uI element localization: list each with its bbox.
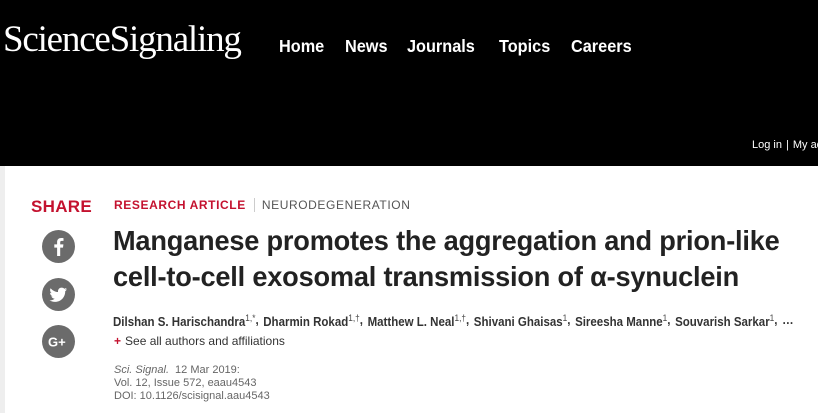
author-separator: , (255, 313, 259, 327)
user-links-separator: | (785, 139, 789, 151)
site-logo[interactable]: ScienceSignaling (3, 18, 242, 62)
svg-text:G+: G+ (48, 335, 66, 350)
author-affiliation-mark: 1,† (348, 313, 360, 323)
author-link[interactable]: Shivani Ghaisas1 (474, 313, 567, 329)
page-left-border (0, 166, 5, 413)
author-link[interactable]: Dharmin Rokad1,† (263, 313, 360, 329)
article-title-line-1: Manganese promotes the aggregation and p… (113, 225, 780, 256)
author-name: Shivani Ghaisas (473, 315, 563, 329)
google-plus-icon: G+ (48, 335, 66, 350)
journal-name: Sci. Signal. (114, 364, 170, 376)
main-nav: Home News Journals Topics Careers (279, 36, 658, 57)
author-affiliation-mark: 1,† (454, 313, 466, 323)
twitter-share-button[interactable] (42, 278, 75, 311)
publication-date: 12 Mar 2019: (175, 364, 240, 376)
user-links: Log in | My ac (752, 139, 818, 151)
author-link[interactable]: Souvarish Sarkar1 (675, 313, 774, 329)
author-name: Souvarish Sarkar (675, 315, 770, 329)
article-subject[interactable]: NEURODEGENERATION (262, 198, 411, 212)
author-separator: , (774, 313, 778, 327)
plus-icon: + (114, 334, 122, 348)
author-separator: , (359, 313, 363, 327)
author-link[interactable]: Matthew L. Neal1,† (368, 313, 466, 329)
author-name: Matthew L. Neal (367, 315, 455, 329)
nav-news[interactable]: News (345, 36, 388, 57)
citation-doi[interactable]: DOI: 10.1126/scisignal.aau4543 (114, 390, 270, 403)
google-plus-share-button[interactable]: G+ (42, 325, 75, 358)
see-all-label: See all authors and affiliations (125, 334, 285, 348)
author-affiliation-mark: 1,* (245, 313, 256, 323)
citation-volume: Vol. 12, Issue 572, eaau4543 (114, 377, 257, 389)
nav-careers[interactable]: Careers (571, 36, 632, 57)
article-title: Manganese promotes the aggregation and p… (113, 223, 782, 295)
author-list: Dilshan S. Harischandra1,*, Dharmin Roka… (113, 313, 794, 329)
see-all-authors-link[interactable]: + See all authors and affiliations (114, 334, 285, 348)
meta-divider (253, 198, 255, 212)
author-separator: , (465, 313, 470, 327)
site-header: ScienceSignaling Home News Journals Topi… (0, 0, 818, 166)
author-separator: , (567, 313, 571, 327)
twitter-icon (49, 287, 67, 302)
nav-journals[interactable]: Journals (407, 36, 475, 57)
login-link[interactable]: Log in (752, 139, 782, 151)
nav-home[interactable]: Home (279, 36, 324, 57)
author-name: Sireesha Manne (575, 315, 663, 329)
author-link[interactable]: Sireesha Manne1 (575, 313, 667, 329)
article-type[interactable]: RESEARCH ARTICLE (114, 198, 246, 212)
facebook-share-button[interactable] (42, 230, 75, 263)
authors-more[interactable]: … (782, 313, 794, 329)
citation: Sci. Signal. 12 Mar 2019: Vol. 12, Issue … (114, 364, 270, 403)
my-account-link[interactable]: My ac (793, 139, 818, 151)
article-title-line-2: cell-to-cell exosomal transmission of α-… (113, 261, 740, 292)
nav-topics[interactable]: Topics (499, 36, 550, 57)
share-label: SHARE (31, 197, 93, 216)
citation-date-line: Sci. Signal. 12 Mar 2019: (114, 364, 270, 377)
author-separator: , (667, 313, 671, 327)
facebook-icon (54, 238, 64, 256)
article-meta: RESEARCH ARTICLE NEURODEGENERATION (114, 198, 411, 212)
author-name: Dilshan S. Harischandra (113, 315, 246, 329)
author-link[interactable]: Dilshan S. Harischandra1,* (113, 313, 255, 329)
author-name: Dharmin Rokad (263, 315, 349, 329)
